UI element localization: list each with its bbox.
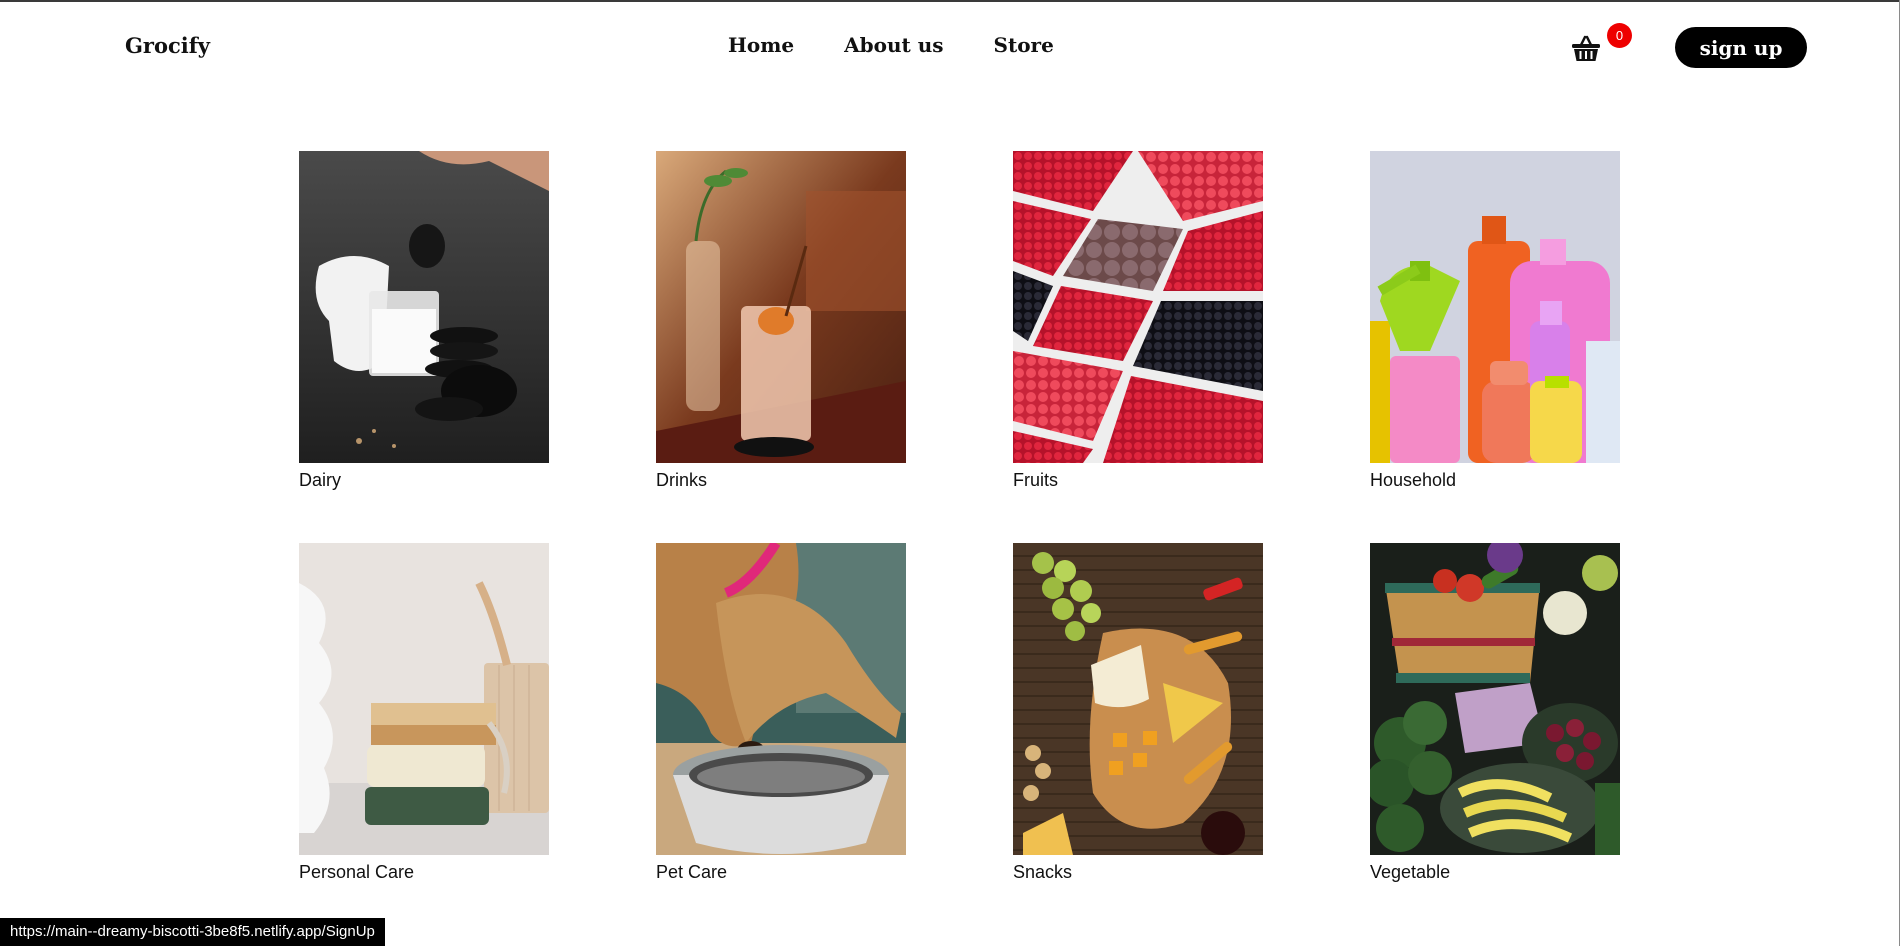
category-label: Drinks [656, 470, 708, 490]
sign-up-button[interactable]: sign up [1675, 27, 1807, 68]
category-card-drinks[interactable]: Drinks [656, 151, 906, 491]
category-label: Vegetable [1370, 862, 1451, 882]
category-card-fruits[interactable]: Fruits [1013, 151, 1263, 491]
drinks-image [656, 151, 906, 463]
pet-care-image [656, 543, 906, 855]
category-card-dairy[interactable]: Dairy [299, 151, 549, 491]
cart-count-badge: 0 [1607, 23, 1632, 48]
nav-links: Home About us Store [728, 33, 1054, 57]
shopping-basket-icon[interactable] [1570, 32, 1602, 64]
category-label: Snacks [1013, 862, 1073, 882]
nav-store[interactable]: Store [994, 33, 1054, 57]
navbar: Grocify Home About us Store 0 sign up [0, 2, 1900, 92]
nav-home[interactable]: Home [728, 33, 794, 57]
category-card-personal-care[interactable]: Personal Care [299, 543, 549, 883]
category-label: Dairy [299, 470, 342, 490]
category-label: Personal Care [299, 862, 415, 882]
category-label: Pet Care [656, 862, 728, 882]
household-image [1370, 151, 1620, 463]
category-card-pet-care[interactable]: Pet Care [656, 543, 906, 883]
category-card-snacks[interactable]: Snacks [1013, 543, 1263, 883]
category-grid: Dairy Drinks Fruits Household Personal C… [299, 151, 1620, 883]
category-label: Fruits [1013, 470, 1058, 490]
category-label: Household [1370, 470, 1457, 490]
snacks-image [1013, 543, 1263, 855]
brand-logo[interactable]: Grocify [125, 33, 210, 58]
status-bar-url: https://main--dreamy-biscotti-3be8f5.net… [0, 918, 385, 946]
category-card-household[interactable]: Household [1370, 151, 1620, 491]
dairy-image [299, 151, 549, 463]
fruits-image [1013, 151, 1263, 463]
personal-care-image [299, 543, 549, 855]
nav-about-us[interactable]: About us [844, 33, 943, 57]
vegetable-image [1370, 543, 1620, 855]
category-card-vegetable[interactable]: Vegetable [1370, 543, 1620, 883]
